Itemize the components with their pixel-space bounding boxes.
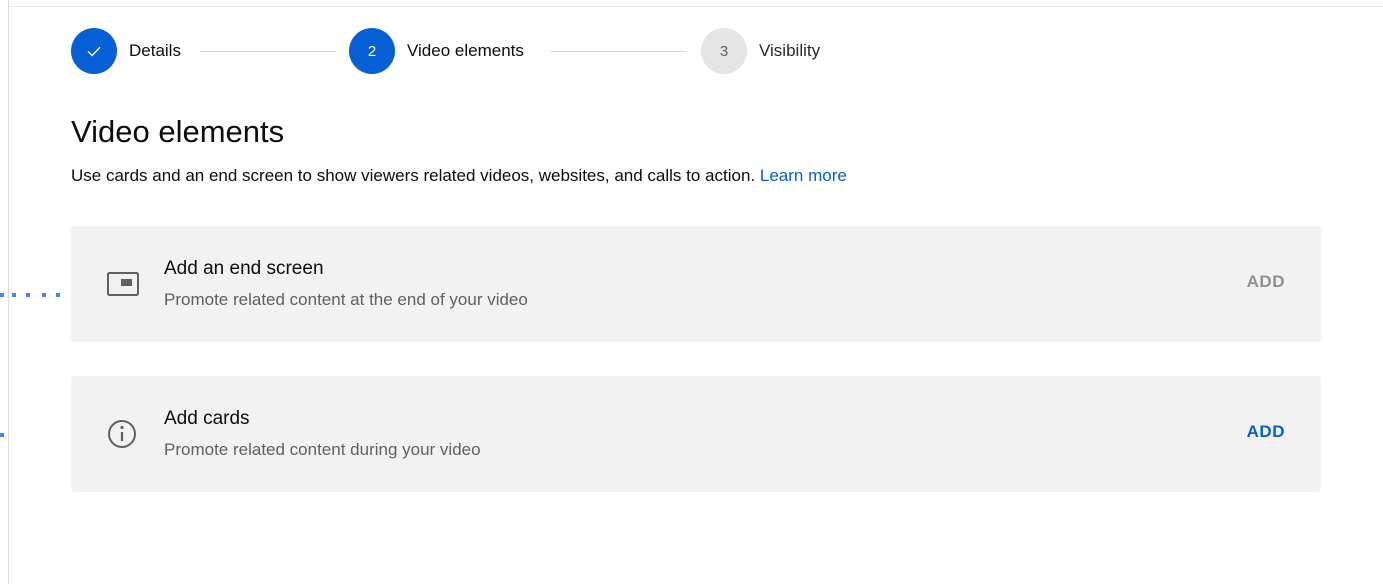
callout-dots — [0, 293, 75, 297]
page-title: Video elements — [71, 114, 285, 149]
end-screen-card: Add an end screen Promote related conten… — [71, 226, 1321, 342]
upload-stepper: Details 2 Video elements 3 Visibility — [71, 28, 891, 74]
learn-more-link[interactable]: Learn more — [760, 166, 847, 185]
step-visibility[interactable]: 3 Visibility — [701, 28, 820, 74]
step-number-circle: 3 — [701, 28, 747, 74]
step-connector — [200, 51, 336, 52]
check-icon — [87, 46, 101, 57]
step-label-details: Details — [129, 41, 181, 60]
card-description: Promote related content during your vide… — [164, 440, 481, 459]
step-video-elements[interactable]: 2 Video elements — [349, 28, 524, 74]
top-border — [8, 0, 1383, 7]
card-title: Add cards — [164, 408, 250, 429]
end-screen-icon — [107, 272, 139, 296]
card-title: Add an end screen — [164, 258, 324, 279]
step-number-circle: 2 — [349, 28, 395, 74]
step-details[interactable]: Details — [71, 28, 181, 74]
add-end-screen-button[interactable]: ADD — [1247, 272, 1285, 292]
card-description: Promote related content at the end of yo… — [164, 290, 528, 309]
step-label-visibility: Visibility — [759, 41, 821, 60]
page-subtitle: Use cards and an end screen to show view… — [71, 166, 847, 186]
cards-card: Add cards Promote related content during… — [71, 376, 1321, 492]
step-connector — [550, 51, 686, 52]
step-complete-circle — [71, 28, 117, 74]
info-icon — [108, 420, 136, 448]
subtitle-text: Use cards and an end screen to show view… — [71, 166, 756, 185]
left-border — [8, 0, 9, 584]
step-label-video-elements: Video elements — [407, 41, 524, 60]
callout-dots — [0, 433, 4, 437]
add-cards-button[interactable]: ADD — [1247, 422, 1285, 442]
